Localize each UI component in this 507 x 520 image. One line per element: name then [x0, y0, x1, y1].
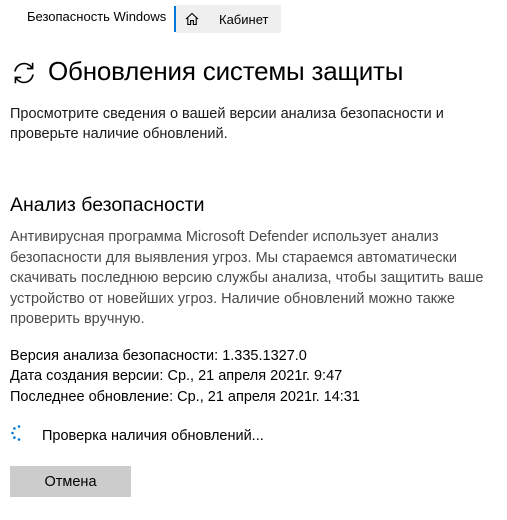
update-progress-text: Проверка наличия обновлений...	[42, 428, 264, 444]
home-nav-label: Кабинет	[219, 12, 269, 27]
page-subtitle: Просмотрите сведения о вашей версии анал…	[10, 106, 444, 142]
app-title: Безопасность Windows	[27, 9, 167, 24]
version-created-date: Дата создания версии: Ср., 21 апреля 202…	[10, 368, 343, 384]
section-description: Антивирусная программа Microsoft Defende…	[10, 229, 484, 327]
refresh-icon	[14, 62, 34, 84]
section-title: Анализ безопасности	[10, 194, 205, 216]
home-icon	[185, 12, 199, 26]
cancel-button[interactable]: Отмена	[10, 466, 131, 497]
title-bar: Безопасность Windows Кабинет	[0, 0, 507, 36]
home-nav-button[interactable]: Кабинет	[176, 5, 281, 33]
page-title: Обновления системы защиты	[48, 56, 404, 86]
intelligence-version: Версия анализа безопасности: 1.335.1327.…	[10, 348, 307, 364]
last-update-date: Последнее обновление: Ср., 21 апреля 202…	[10, 389, 360, 405]
spinner-icon	[11, 425, 21, 441]
